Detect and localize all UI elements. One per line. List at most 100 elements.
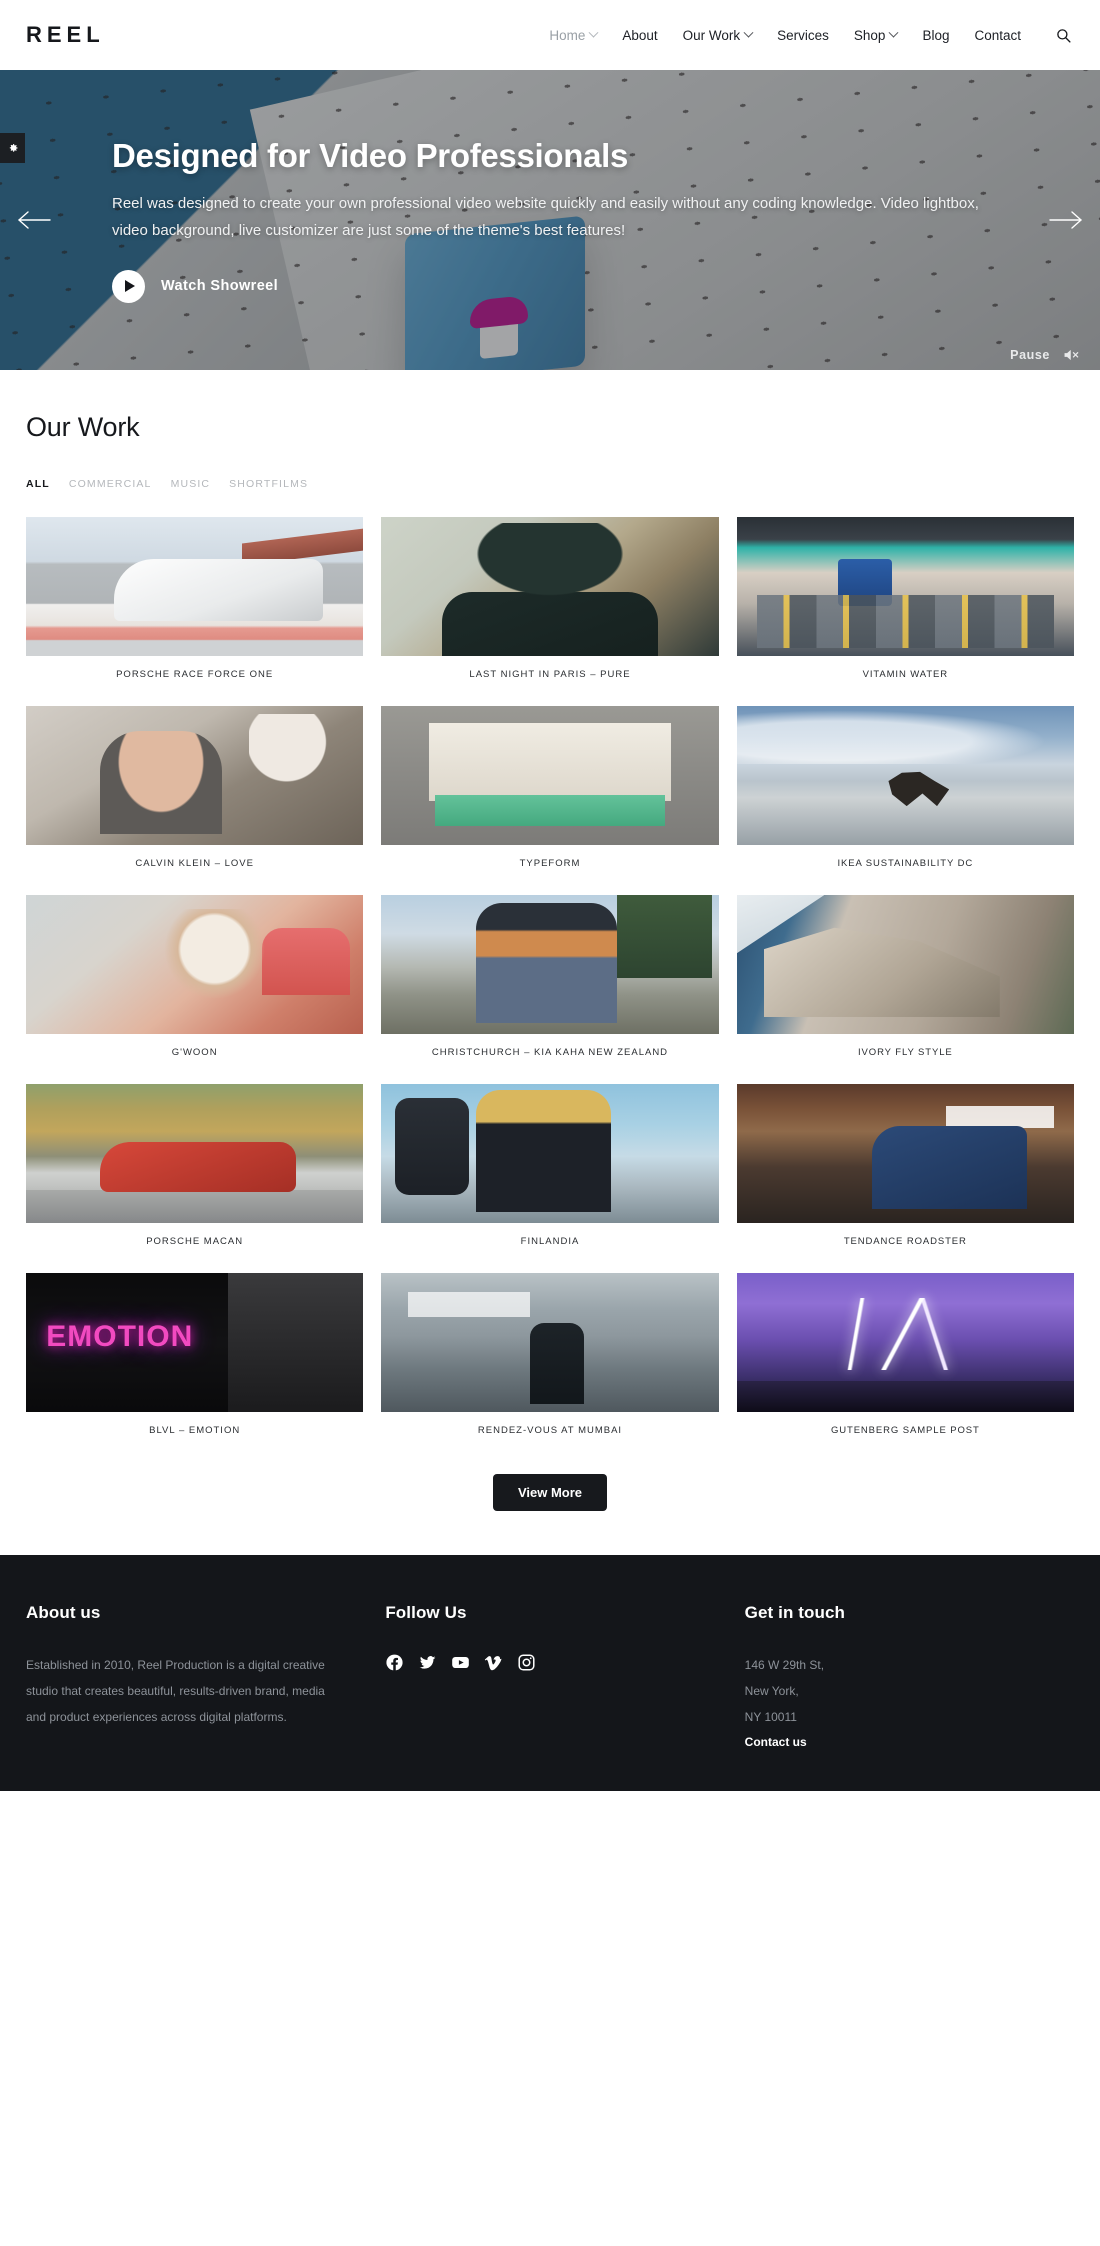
portfolio-thumbnail[interactable] bbox=[736, 1084, 1074, 1223]
gear-icon[interactable] bbox=[0, 133, 25, 163]
portfolio-item[interactable]: LAST NIGHT IN PARIS – PURE bbox=[381, 517, 719, 680]
portfolio-thumbnail[interactable] bbox=[736, 895, 1074, 1034]
vimeo-icon[interactable] bbox=[484, 1653, 503, 1672]
portfolio-item[interactable]: TENDANCE ROADSTER bbox=[736, 1084, 1074, 1247]
portfolio-caption: FINLANDIA bbox=[520, 1236, 580, 1247]
portfolio-item[interactable]: IVORY FLY STYLE bbox=[736, 895, 1074, 1058]
watch-showreel-button[interactable]: Watch Showreel bbox=[112, 269, 990, 303]
nav-item-blog[interactable]: Blog bbox=[922, 28, 949, 43]
hero-video-controls: Pause bbox=[1010, 348, 1080, 362]
hero-title: Designed for Video Professionals bbox=[112, 137, 629, 175]
portfolio-thumbnail-image bbox=[381, 517, 719, 656]
nav-item-label: Shop bbox=[853, 27, 886, 43]
address-line-3: NY 10011 bbox=[744, 1709, 797, 1724]
portfolio-thumbnail-image bbox=[381, 895, 719, 1034]
portfolio-thumbnail-image bbox=[736, 517, 1074, 656]
portfolio-thumbnail[interactable] bbox=[381, 1084, 719, 1223]
portfolio-item[interactable]: FINLANDIA bbox=[381, 1084, 719, 1247]
footer-follow-column: Follow Us bbox=[385, 1603, 714, 1756]
portfolio-thumbnail[interactable] bbox=[26, 895, 364, 1034]
portfolio-item[interactable]: VITAMIN WATER bbox=[736, 517, 1074, 680]
portfolio-caption: LAST NIGHT IN PARIS – PURE bbox=[469, 669, 631, 680]
portfolio-thumbnail[interactable] bbox=[381, 517, 719, 656]
chevron-down-icon bbox=[743, 27, 754, 38]
search-icon[interactable] bbox=[1052, 24, 1074, 46]
portfolio-thumbnail[interactable] bbox=[381, 895, 719, 1034]
contact-us-link[interactable]: Contact us bbox=[745, 1730, 807, 1756]
portfolio-thumbnail[interactable] bbox=[26, 706, 364, 845]
portfolio-caption: CHRISTCHURCH – KIA KAHA NEW ZEALAND bbox=[431, 1047, 669, 1058]
speaker-muted-icon[interactable] bbox=[1063, 348, 1080, 362]
instagram-icon[interactable] bbox=[517, 1653, 536, 1672]
portfolio-caption: IKEA SUSTAINABILITY DC bbox=[837, 858, 974, 869]
portfolio-thumbnail-image bbox=[736, 1084, 1074, 1223]
portfolio-grid: PORSCHE RACE FORCE ONE LAST NIGHT IN PARI… bbox=[26, 517, 1074, 1462]
portfolio-filter-shortfilms[interactable]: SHORTFILMS bbox=[229, 478, 308, 490]
portfolio-caption: TENDANCE ROADSTER bbox=[843, 1236, 967, 1247]
pause-button[interactable]: Pause bbox=[1010, 348, 1050, 362]
brand-logo[interactable]: REEL bbox=[26, 22, 105, 48]
portfolio-filter-commercial[interactable]: COMMERCIAL bbox=[69, 478, 152, 490]
hero-subtitle: Reel was designed to create your own pro… bbox=[112, 195, 979, 239]
portfolio-thumbnail[interactable] bbox=[26, 1084, 364, 1223]
portfolio-thumbnail[interactable] bbox=[26, 1273, 364, 1412]
portfolio-item[interactable]: G'WOON bbox=[26, 895, 364, 1058]
portfolio-caption: CALVIN KLEIN – LOVE bbox=[135, 858, 254, 869]
portfolio-item[interactable]: GUTENBERG SAMPLE POST bbox=[736, 1273, 1074, 1436]
address-line-1: 146 W 29th St, bbox=[744, 1658, 825, 1672]
nav-item-label: Services bbox=[777, 27, 829, 43]
nav-item-contact[interactable]: Contact bbox=[974, 28, 1021, 43]
youtube-icon[interactable] bbox=[451, 1653, 470, 1672]
portfolio-item[interactable]: PORSCHE MACAN bbox=[26, 1084, 364, 1247]
portfolio-thumbnail-image bbox=[26, 1273, 364, 1412]
portfolio-item[interactable]: PORSCHE RACE FORCE ONE bbox=[26, 517, 364, 680]
view-more-button[interactable]: View More bbox=[492, 1474, 608, 1511]
portfolio-filter-music[interactable]: MUSIC bbox=[171, 478, 211, 490]
portfolio-thumbnail-image bbox=[736, 895, 1074, 1034]
portfolio-item[interactable]: IKEA SUSTAINABILITY DC bbox=[736, 706, 1074, 869]
site-footer: About us Established in 2010, Reel Produ… bbox=[0, 1555, 1100, 1791]
portfolio-thumbnail[interactable] bbox=[381, 1273, 719, 1412]
portfolio-item[interactable]: BLVL – EMOTION bbox=[26, 1273, 364, 1436]
portfolio-caption: BLVL – EMOTION bbox=[149, 1425, 241, 1436]
footer-contact-column: Get in touch 146 W 29th St, New York, NY… bbox=[745, 1603, 1074, 1756]
portfolio-item[interactable]: RENDEZ-VOUS AT MUMBAI bbox=[381, 1273, 719, 1436]
view-more-wrapper: View More bbox=[0, 1462, 1100, 1555]
portfolio-thumbnail-image bbox=[26, 706, 364, 845]
nav-item-shop[interactable]: Shop bbox=[853, 27, 899, 43]
portfolio-thumbnail[interactable] bbox=[381, 706, 719, 845]
hero-prev-arrow[interactable] bbox=[14, 200, 54, 240]
nav-item-about[interactable]: About bbox=[622, 28, 657, 43]
watch-showreel-label: Watch Showreel bbox=[161, 278, 279, 295]
nav-item-our-work[interactable]: Our Work bbox=[683, 27, 754, 43]
footer-about-text: Established in 2010, Reel Production is … bbox=[26, 1658, 325, 1724]
hero-next-arrow[interactable] bbox=[1046, 200, 1086, 240]
portfolio-filter-all[interactable]: ALL bbox=[26, 478, 50, 490]
nav-item-label: Blog bbox=[922, 27, 950, 43]
nav-item-label: About bbox=[622, 27, 658, 43]
nav-item-label: Home bbox=[549, 27, 586, 43]
nav-item-services[interactable]: Services bbox=[777, 28, 829, 43]
portfolio-thumbnail[interactable] bbox=[736, 517, 1074, 656]
portfolio-caption: GUTENBERG SAMPLE POST bbox=[830, 1425, 980, 1436]
portfolio-thumbnail-image bbox=[381, 706, 719, 845]
portfolio-caption: PORSCHE RACE FORCE ONE bbox=[116, 669, 274, 680]
portfolio-item[interactable]: CHRISTCHURCH – KIA KAHA NEW ZEALAND bbox=[381, 895, 719, 1058]
social-links bbox=[385, 1653, 714, 1672]
portfolio-item[interactable]: TYPEFORM bbox=[381, 706, 719, 869]
our-work-section: Our Work ALL COMMERCIAL MUSIC SHORTFILMS PO… bbox=[0, 370, 1100, 1462]
portfolio-thumbnail-image bbox=[381, 1273, 719, 1412]
portfolio-thumbnail[interactable] bbox=[736, 1273, 1074, 1412]
facebook-icon[interactable] bbox=[385, 1653, 404, 1672]
twitter-icon[interactable] bbox=[418, 1653, 437, 1672]
portfolio-filters: ALL COMMERCIAL MUSIC SHORTFILMS bbox=[26, 478, 1074, 490]
hero-content: Designed for Video Professionals Reel wa… bbox=[112, 70, 990, 370]
nav-item-home[interactable]: Home bbox=[549, 27, 599, 43]
portfolio-item[interactable]: CALVIN KLEIN – LOVE bbox=[26, 706, 364, 869]
footer-follow-title: Follow Us bbox=[385, 1603, 467, 1622]
portfolio-thumbnail[interactable] bbox=[26, 517, 364, 656]
portfolio-thumbnail[interactable] bbox=[736, 706, 1074, 845]
chevron-down-icon bbox=[588, 27, 599, 38]
portfolio-caption: RENDEZ-VOUS AT MUMBAI bbox=[477, 1425, 623, 1436]
portfolio-thumbnail-image bbox=[26, 517, 364, 656]
